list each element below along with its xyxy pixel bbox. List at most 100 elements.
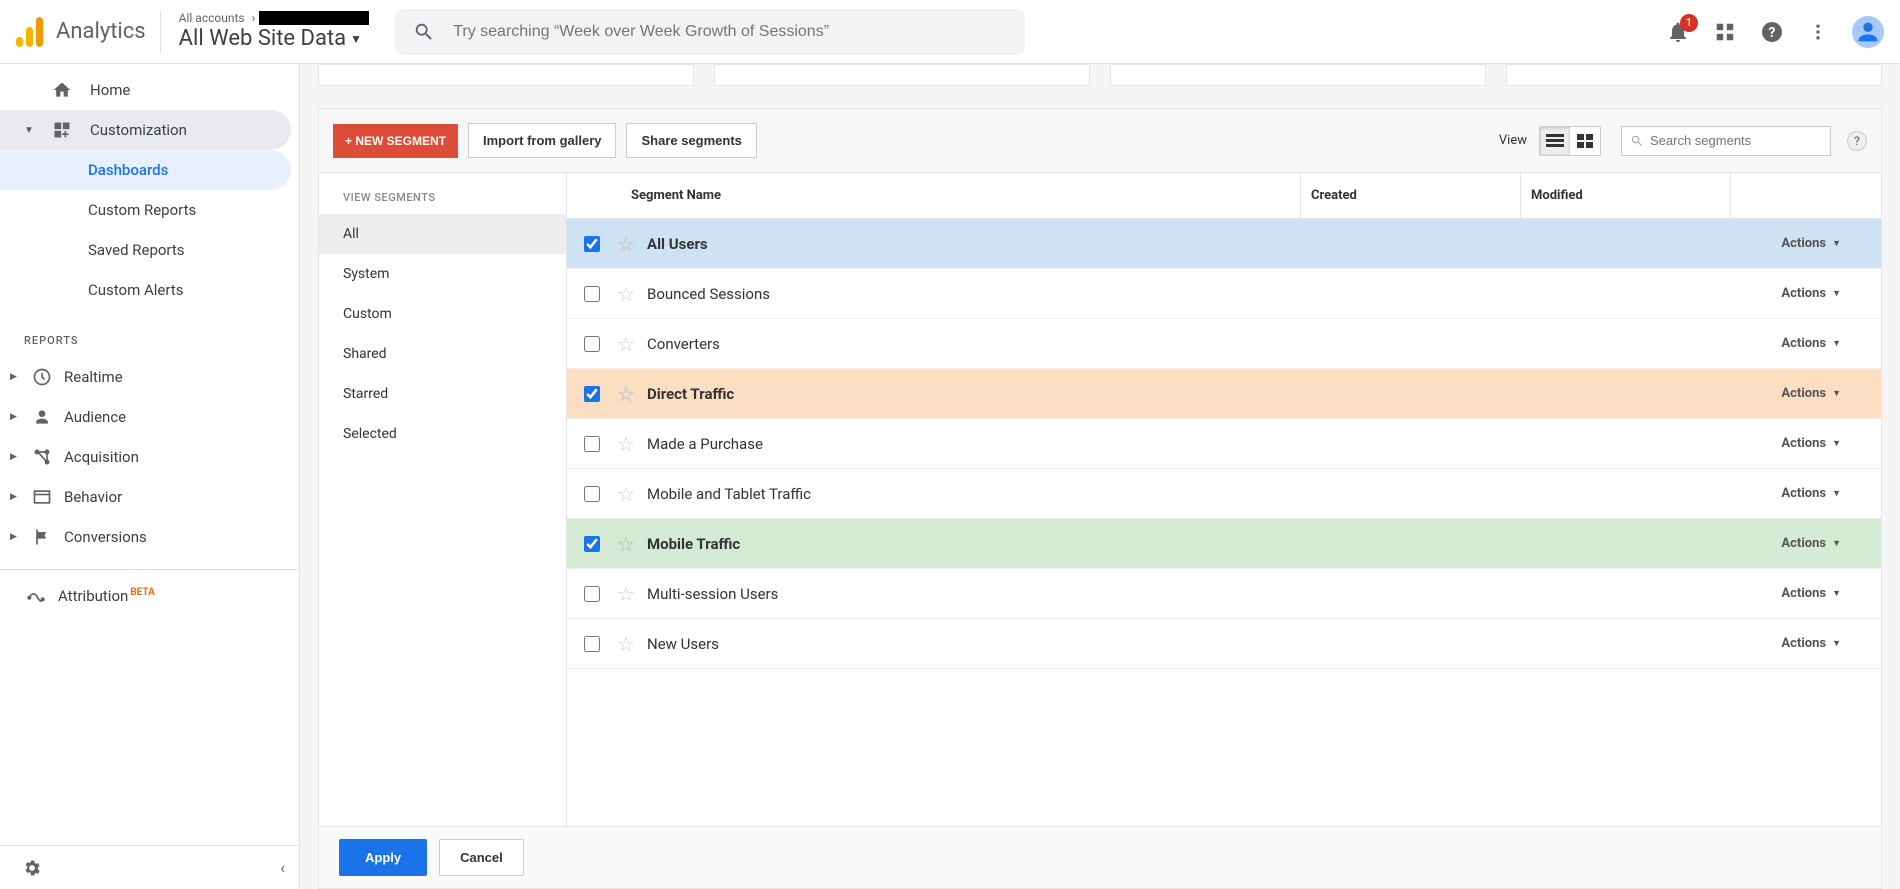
view-name: All Web Site Data ▼ — [179, 26, 370, 52]
column-modified[interactable]: Modified — [1521, 173, 1731, 218]
star-icon[interactable]: ☆ — [617, 282, 647, 306]
segment-table-header: Segment Name Created Modified — [567, 173, 1881, 219]
segment-help-icon[interactable]: ? — [1847, 131, 1867, 151]
star-icon[interactable]: ☆ — [617, 482, 647, 506]
nav-audience[interactable]: ▶ Audience — [0, 397, 299, 437]
segment-actions-menu[interactable]: Actions ▼ — [1731, 586, 1841, 601]
column-created[interactable]: Created — [1301, 173, 1521, 218]
segment-actions-menu[interactable]: Actions ▼ — [1731, 386, 1841, 401]
star-icon[interactable]: ☆ — [617, 232, 647, 256]
nav-realtime-label: Realtime — [64, 368, 123, 386]
segment-filter-all[interactable]: All — [319, 214, 566, 254]
segment-actions-menu[interactable]: Actions ▼ — [1731, 636, 1841, 651]
account-breadcrumb: All accounts › — [179, 11, 370, 25]
segment-checkbox[interactable] — [584, 536, 600, 552]
nav-conversions[interactable]: ▶ Conversions — [0, 517, 299, 557]
segment-checkbox[interactable] — [584, 636, 600, 652]
segment-actions-menu[interactable]: Actions ▼ — [1731, 486, 1841, 501]
caret-right-icon: ▶ — [10, 452, 20, 462]
apply-button[interactable]: Apply — [339, 839, 427, 876]
admin-gear-icon[interactable] — [22, 858, 42, 878]
nav-dashboards[interactable]: Dashboards — [0, 150, 291, 190]
notifications-icon[interactable]: 1 — [1666, 20, 1690, 44]
segment-slot[interactable] — [714, 64, 1090, 86]
nav-acquisition[interactable]: ▶ Acquisition — [0, 437, 299, 477]
nav-audience-label: Audience — [64, 408, 126, 426]
star-icon[interactable]: ☆ — [617, 582, 647, 606]
segment-filter-custom[interactable]: Custom — [319, 294, 566, 334]
nav-custom-alerts[interactable]: Custom Alerts — [0, 270, 291, 310]
segment-actions-menu[interactable]: Actions ▼ — [1731, 236, 1841, 251]
segment-checkbox[interactable] — [584, 586, 600, 602]
import-from-gallery-button[interactable]: Import from gallery — [468, 123, 616, 158]
segment-slot[interactable] — [318, 64, 694, 86]
nav-behavior-label: Behavior — [64, 488, 122, 506]
clock-icon — [30, 367, 54, 387]
segment-row[interactable]: ☆Bounced SessionsActions ▼ — [567, 269, 1881, 319]
svg-text:?: ? — [1769, 25, 1776, 41]
segment-row[interactable]: ☆Made a PurchaseActions ▼ — [567, 419, 1881, 469]
segment-checkbox[interactable] — [584, 286, 600, 302]
segment-actions-menu[interactable]: Actions ▼ — [1731, 336, 1841, 351]
star-icon[interactable]: ☆ — [617, 432, 647, 456]
nav-customization[interactable]: ▼ Customization — [0, 110, 291, 150]
nav-saved-reports[interactable]: Saved Reports — [0, 230, 291, 270]
view-grid-icon[interactable] — [1570, 127, 1600, 155]
collapse-nav-icon[interactable]: ‹ — [280, 858, 285, 877]
nav-realtime[interactable]: ▶ Realtime — [0, 357, 299, 397]
star-icon[interactable]: ☆ — [617, 532, 647, 556]
segment-row[interactable]: ☆New UsersActions ▼ — [567, 619, 1881, 669]
segment-row[interactable]: ☆Multi-session UsersActions ▼ — [567, 569, 1881, 619]
segment-filter-selected[interactable]: Selected — [319, 414, 566, 454]
segment-filter-system[interactable]: System — [319, 254, 566, 294]
segment-actions-menu[interactable]: Actions ▼ — [1731, 536, 1841, 551]
nav-custom-reports[interactable]: Custom Reports — [0, 190, 291, 230]
nav-attribution[interactable]: AttributionBETA — [0, 576, 299, 616]
cancel-button[interactable]: Cancel — [439, 839, 524, 876]
segment-slot-row — [318, 64, 1882, 86]
segment-checkbox[interactable] — [584, 436, 600, 452]
segment-slot[interactable] — [1506, 64, 1882, 86]
more-menu-icon[interactable] — [1808, 22, 1828, 42]
segment-search-input[interactable] — [1650, 133, 1822, 148]
column-segment-name[interactable]: Segment Name — [617, 173, 1301, 218]
star-icon[interactable]: ☆ — [617, 632, 647, 656]
segment-filter-header: VIEW SEGMENTS — [319, 173, 566, 214]
star-icon[interactable]: ☆ — [617, 382, 647, 406]
segment-checkbox[interactable] — [584, 486, 600, 502]
segment-checkbox[interactable] — [584, 336, 600, 352]
segment-row[interactable]: ☆Direct TrafficActions ▼ — [567, 369, 1881, 419]
segment-checkbox[interactable] — [584, 386, 600, 402]
left-navigation: Home ▼ Customization Dashboards Custom R… — [0, 64, 300, 889]
caret-down-icon: ▼ — [1832, 638, 1841, 649]
nav-home[interactable]: Home — [0, 70, 291, 110]
share-segments-button[interactable]: Share segments — [626, 123, 756, 158]
help-icon[interactable]: ? — [1760, 20, 1784, 44]
product-logo[interactable]: Analytics — [16, 11, 161, 53]
segment-search[interactable] — [1621, 126, 1831, 156]
global-search-input[interactable] — [453, 23, 1007, 41]
account-selector[interactable]: All accounts › All Web Site Data ▼ — [179, 11, 370, 52]
segment-filter-shared[interactable]: Shared — [319, 334, 566, 374]
user-avatar[interactable] — [1852, 16, 1884, 48]
header-actions: 1 ? — [1666, 16, 1884, 48]
view-list-icon[interactable] — [1540, 127, 1570, 155]
new-segment-button[interactable]: + NEW SEGMENT — [333, 124, 458, 158]
analytics-logo-icon — [16, 17, 44, 47]
segment-filter-starred[interactable]: Starred — [319, 374, 566, 414]
segment-actions-menu[interactable]: Actions ▼ — [1731, 286, 1841, 301]
segment-slot[interactable] — [1110, 64, 1486, 86]
star-icon[interactable]: ☆ — [617, 332, 647, 356]
segment-row[interactable]: ☆ConvertersActions ▼ — [567, 319, 1881, 369]
caret-down-icon: ▼ — [1832, 588, 1841, 599]
segment-row[interactable]: ☆Mobile TrafficActions ▼ — [567, 519, 1881, 569]
home-icon — [52, 80, 72, 100]
segment-row[interactable]: ☆Mobile and Tablet TrafficActions ▼ — [567, 469, 1881, 519]
global-search[interactable] — [395, 9, 1025, 55]
segment-actions-menu[interactable]: Actions ▼ — [1731, 436, 1841, 451]
apps-icon[interactable] — [1714, 21, 1736, 43]
caret-down-icon: ▼ — [24, 125, 34, 136]
segment-checkbox[interactable] — [584, 236, 600, 252]
nav-behavior[interactable]: ▶ Behavior — [0, 477, 299, 517]
segment-row[interactable]: ☆All UsersActions ▼ — [567, 219, 1881, 269]
